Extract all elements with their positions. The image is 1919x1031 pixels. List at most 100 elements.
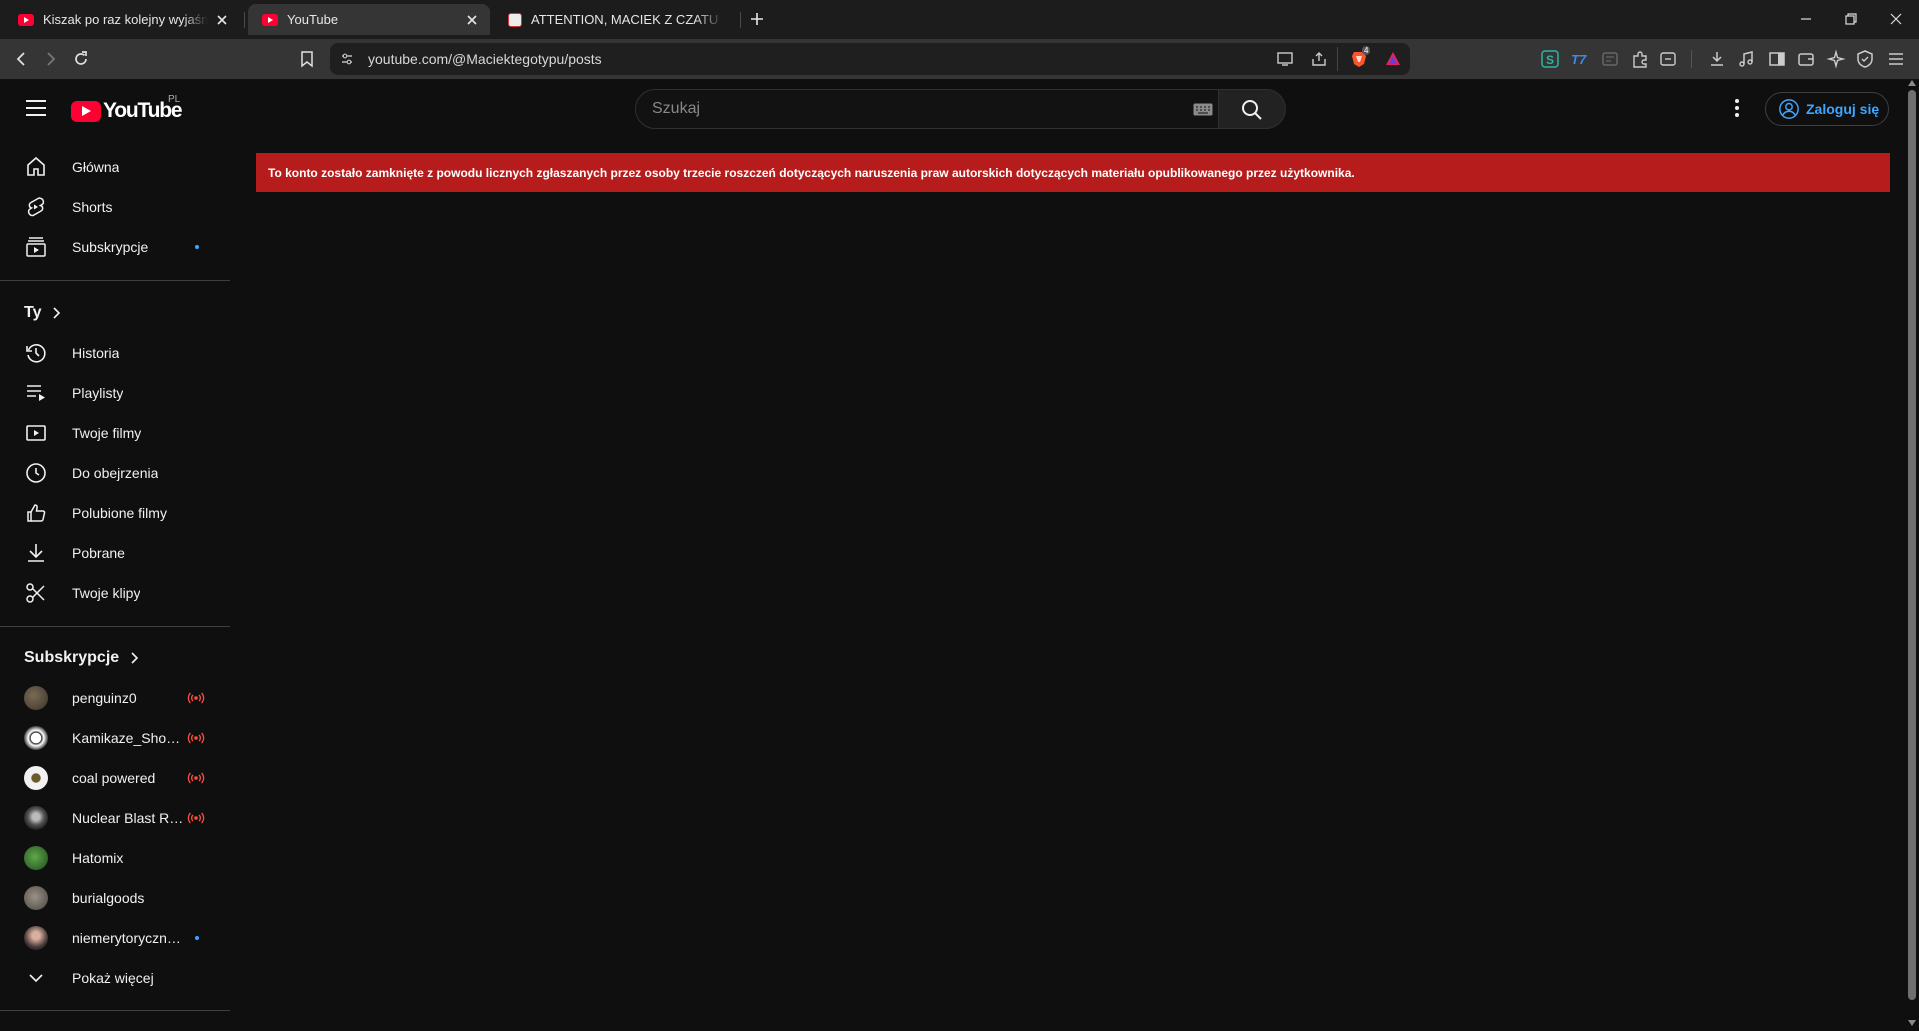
sidebar-you-header[interactable]: Ty bbox=[24, 293, 61, 333]
sidebar-item-subscriptions[interactable]: Subskrypcje bbox=[12, 227, 218, 267]
sidebar-subscriptions-header[interactable]: Subskrypcje bbox=[24, 638, 139, 678]
sidebar-item-shorts[interactable]: Shorts bbox=[12, 187, 218, 227]
subscription-item[interactable]: niemerytoryczne ... bbox=[12, 918, 218, 958]
forward-arrow-icon[interactable] bbox=[40, 49, 60, 69]
browser-tab-3[interactable]: ATTENTION, MACIEK Z CZATU JEST K bbox=[494, 4, 734, 35]
browser-menu-icon[interactable] bbox=[1886, 49, 1906, 69]
sidebar-item-playlists[interactable]: Playlisty bbox=[12, 373, 218, 413]
browser-tab-bar: Kiszak po raz kolejny wyjaśnia Ki YouTub… bbox=[0, 0, 1919, 39]
sidebar-item-home[interactable]: Główna bbox=[12, 147, 218, 187]
brave-rewards-icon[interactable] bbox=[1384, 50, 1402, 68]
minimize-window-icon[interactable] bbox=[1797, 10, 1815, 28]
translate-extension-icon[interactable]: T7 bbox=[1570, 49, 1590, 69]
svg-text:S: S bbox=[1546, 53, 1554, 67]
show-more-button[interactable]: Pokaż więcej bbox=[12, 958, 218, 998]
sidebar-divider bbox=[0, 280, 230, 281]
subscription-item[interactable]: Hatomix bbox=[12, 838, 218, 878]
youtube-masthead: YouTube PL Zaloguj się bbox=[0, 80, 1900, 136]
site-favicon-icon bbox=[508, 12, 522, 27]
close-tab-icon[interactable] bbox=[214, 12, 230, 28]
live-indicator-icon bbox=[187, 732, 205, 744]
channel-avatar bbox=[24, 846, 48, 870]
subscription-item[interactable]: Nuclear Blast Re... bbox=[12, 798, 218, 838]
media-music-icon[interactable] bbox=[1736, 49, 1756, 69]
vpn-shield-icon[interactable] bbox=[1855, 49, 1875, 69]
sidebar-item-clips[interactable]: Twoje klipy bbox=[12, 573, 218, 613]
extensions-puzzle-icon[interactable] bbox=[1630, 49, 1650, 69]
scroll-up-arrow-icon[interactable] bbox=[1908, 80, 1916, 86]
leo-ai-icon[interactable] bbox=[1826, 49, 1846, 69]
account-terminated-alert: To konto zostało zamknięte z powodu licz… bbox=[256, 153, 1890, 192]
keyboard-icon[interactable] bbox=[1193, 103, 1213, 116]
scrollbar-thumb[interactable] bbox=[1908, 90, 1916, 1000]
subscriptions-header-label: Subskrypcje bbox=[24, 649, 120, 666]
subscription-item[interactable]: burialgoods bbox=[12, 878, 218, 918]
subscription-item[interactable]: penguinz0 bbox=[12, 678, 218, 718]
share-icon[interactable] bbox=[1310, 50, 1328, 68]
channel-name: coal powered bbox=[72, 770, 156, 786]
subscription-item[interactable]: Kamikaze_Short... bbox=[12, 718, 218, 758]
channel-name: penguinz0 bbox=[72, 690, 137, 706]
extension-grey-icon[interactable] bbox=[1600, 49, 1620, 69]
search-button[interactable] bbox=[1219, 89, 1286, 129]
new-tab-plus-icon[interactable] bbox=[748, 10, 766, 28]
toolbar-separator bbox=[1691, 50, 1692, 68]
channel-name: Nuclear Blast Re... bbox=[72, 810, 184, 826]
subscription-item[interactable]: coal powered bbox=[12, 758, 218, 798]
restore-window-icon[interactable] bbox=[1842, 10, 1860, 28]
channel-avatar bbox=[24, 726, 48, 750]
site-settings-icon[interactable] bbox=[340, 52, 354, 66]
close-tab-icon[interactable] bbox=[464, 12, 480, 28]
channel-avatar bbox=[24, 886, 48, 910]
sidebar-item-history[interactable]: Historia bbox=[12, 333, 218, 373]
liked-videos-icon bbox=[27, 504, 46, 522]
channel-name: burialgoods bbox=[72, 890, 145, 906]
back-arrow-icon[interactable] bbox=[12, 49, 32, 69]
sidebar-item-downloads[interactable]: Pobrane bbox=[12, 533, 218, 573]
new-content-dot bbox=[195, 936, 199, 940]
sidebar-toggle-icon[interactable] bbox=[1767, 49, 1787, 69]
sidebar-item-label: Shorts bbox=[72, 199, 113, 215]
chevron-right-icon bbox=[53, 307, 61, 319]
close-window-icon[interactable] bbox=[1887, 10, 1905, 28]
guide-sidebar: Główna Shorts Subskrypcje Ty Historia Pl… bbox=[0, 136, 230, 1031]
you-header-label: Ty bbox=[24, 304, 42, 321]
account-circle-icon bbox=[1779, 99, 1799, 119]
page-scrollbar[interactable] bbox=[1905, 80, 1919, 1031]
sidebar-item-liked-videos[interactable]: Polubione filmy bbox=[12, 493, 218, 533]
sidebar-item-label: Twoje filmy bbox=[72, 425, 142, 441]
alert-message: To konto zostało zamknięte z powodu licz… bbox=[268, 165, 1355, 180]
browser-tab-1[interactable]: Kiszak po raz kolejny wyjaśnia Ki bbox=[4, 4, 240, 35]
downloads-icon[interactable] bbox=[1707, 49, 1727, 69]
download-icon bbox=[28, 544, 44, 562]
watch-later-icon bbox=[26, 463, 46, 483]
guide-menu-icon[interactable] bbox=[24, 98, 48, 118]
sidebar-item-watch-later[interactable]: Do obejrzenia bbox=[12, 453, 218, 493]
sidebar-item-label: Polubione filmy bbox=[72, 505, 167, 521]
sidebar-item-label: Pobrane bbox=[72, 545, 125, 561]
youtube-logo[interactable]: YouTube PL bbox=[71, 94, 183, 123]
settings-more-icon[interactable] bbox=[1727, 96, 1747, 120]
reading-mode-icon[interactable] bbox=[1658, 49, 1678, 69]
your-videos-icon bbox=[26, 425, 46, 441]
bookmark-icon[interactable] bbox=[297, 49, 317, 69]
sidebar-item-your-videos[interactable]: Twoje filmy bbox=[12, 413, 218, 453]
scroll-down-arrow-icon[interactable] bbox=[1908, 1020, 1916, 1026]
home-icon bbox=[27, 156, 45, 176]
browser-tab-2-active[interactable]: YouTube bbox=[248, 4, 490, 35]
extension-s-icon[interactable]: S bbox=[1540, 49, 1560, 69]
sign-in-button[interactable]: Zaloguj się bbox=[1765, 92, 1889, 126]
address-bar[interactable]: youtube.com/@Maciektegotypu/posts 4 bbox=[330, 43, 1410, 75]
live-indicator-icon bbox=[187, 772, 205, 784]
reload-icon[interactable] bbox=[71, 49, 91, 69]
tab-separator bbox=[740, 12, 741, 28]
search-icon bbox=[1242, 100, 1262, 120]
sign-in-label: Zaloguj się bbox=[1806, 101, 1880, 117]
sidebar-item-label: Do obejrzenia bbox=[72, 465, 159, 481]
search-input[interactable] bbox=[635, 89, 1219, 129]
wallet-icon[interactable] bbox=[1796, 49, 1816, 69]
sidebar-item-label: Główna bbox=[72, 159, 120, 175]
tab-title: ATTENTION, MACIEK Z CZATU JEST K bbox=[531, 12, 724, 27]
cast-icon[interactable] bbox=[1276, 50, 1294, 68]
channel-name: niemerytoryczne ... bbox=[72, 930, 184, 946]
